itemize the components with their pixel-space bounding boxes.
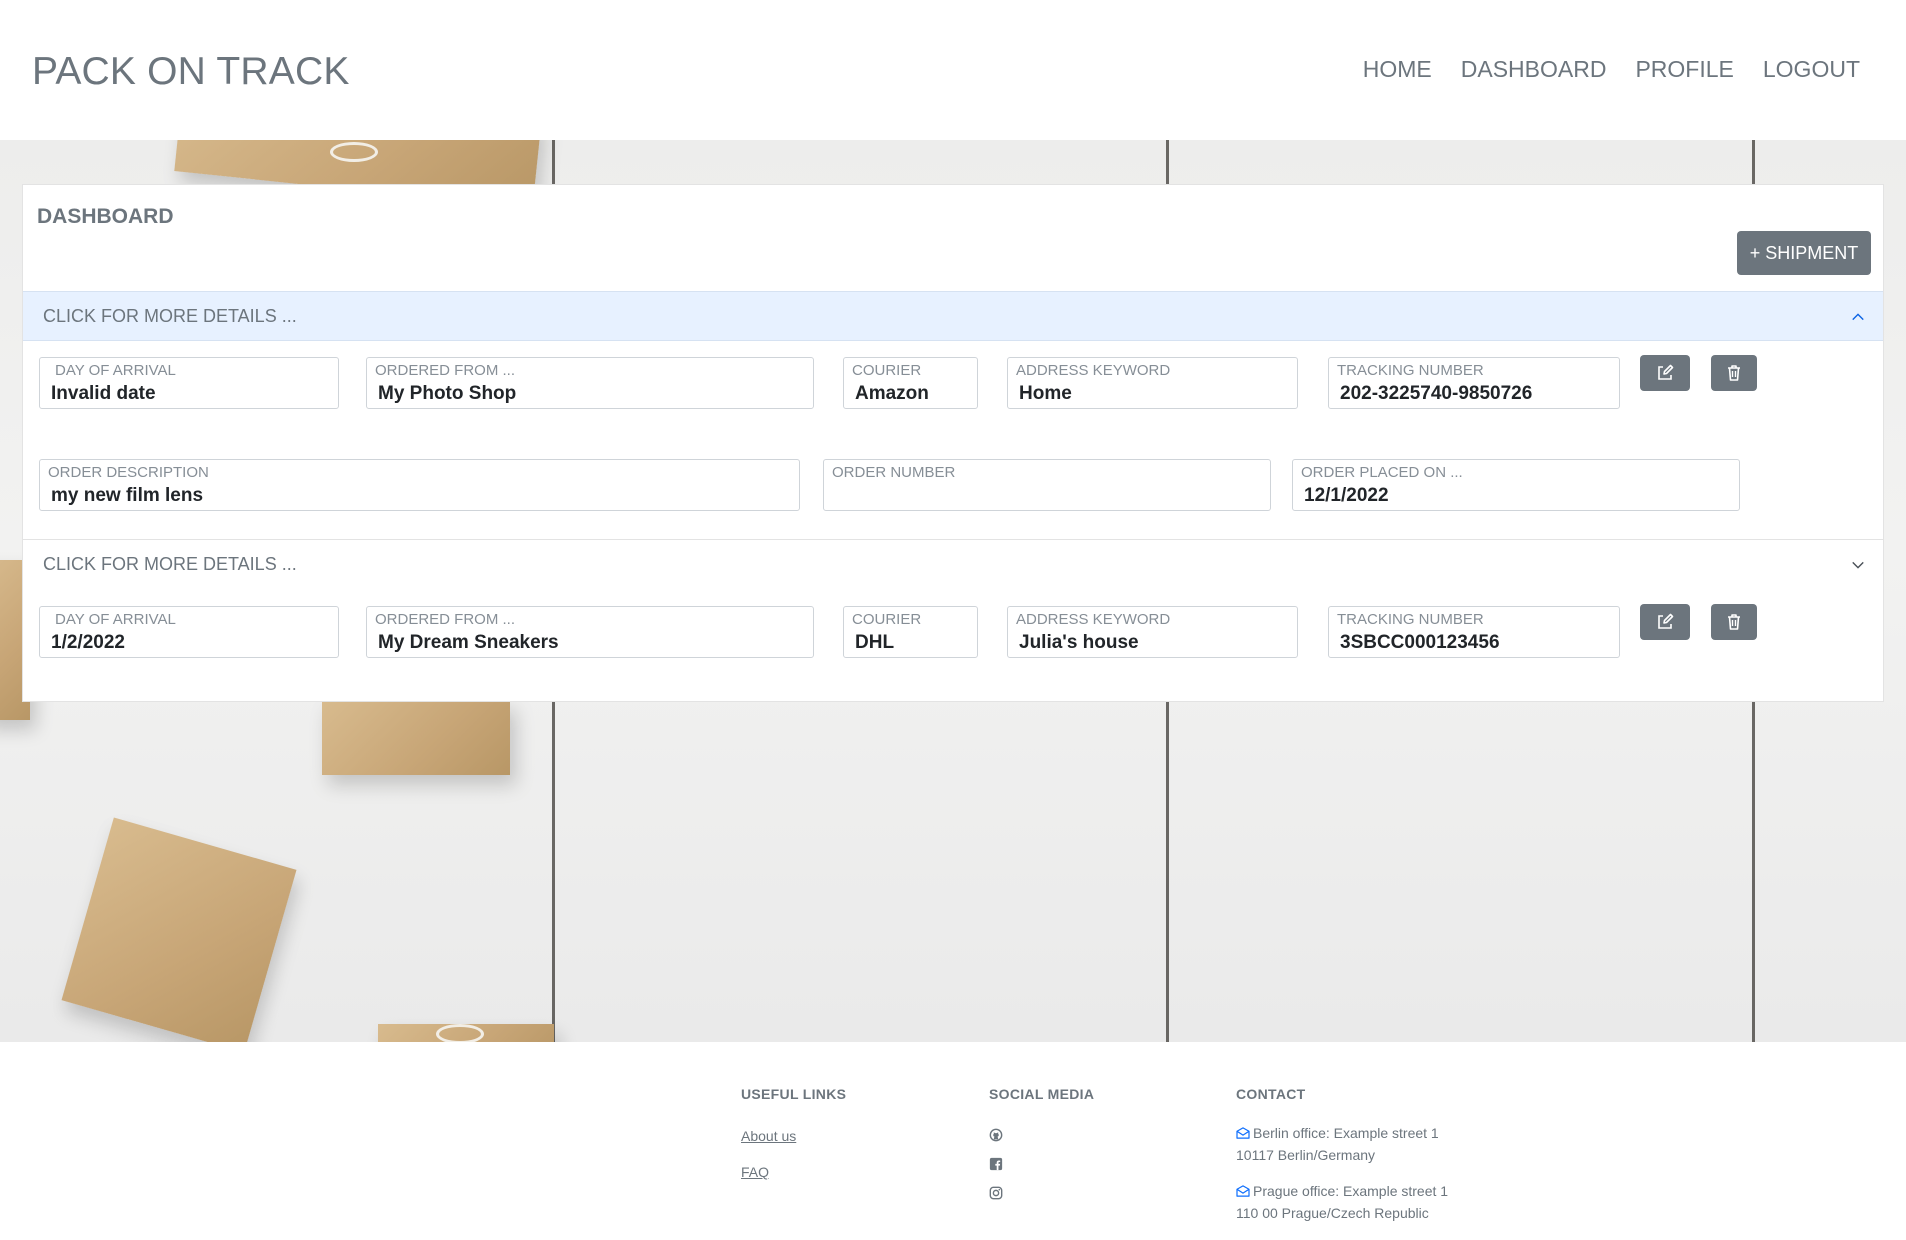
tracking-number-field[interactable]: TRACKING NUMBER 3SBCC000123456 bbox=[1328, 606, 1620, 658]
main-nav: HOME DASHBOARD PROFILE LOGOUT bbox=[1363, 56, 1860, 83]
trash-icon bbox=[1728, 365, 1740, 381]
field-label: ADDRESS KEYWORD bbox=[1016, 611, 1171, 628]
nav-profile[interactable]: PROFILE bbox=[1635, 56, 1733, 83]
package-box bbox=[61, 817, 297, 1042]
delete-shipment-button[interactable] bbox=[1711, 604, 1757, 640]
page-title: DASHBOARD bbox=[37, 205, 174, 228]
order-description-field[interactable]: ORDER DESCRIPTION my new film lens bbox=[39, 459, 800, 511]
footer-heading: CONTACT bbox=[1236, 1086, 1306, 1102]
footer: USEFUL LINKS About us FAQ SOCIAL MEDIA C… bbox=[0, 1042, 1906, 1240]
field-label: DAY OF ARRIVAL bbox=[55, 611, 176, 628]
ordered-from-field[interactable]: ORDERED FROM ... My Dream Sneakers bbox=[366, 606, 814, 658]
field-label: DAY OF ARRIVAL bbox=[55, 362, 176, 379]
field-value: 3SBCC000123456 bbox=[1340, 632, 1500, 653]
instagram-icon[interactable] bbox=[989, 1186, 1003, 1200]
footer-heading: USEFUL LINKS bbox=[741, 1086, 847, 1102]
day-of-arrival-field[interactable]: DAY OF ARRIVAL 1/2/2022 bbox=[39, 606, 339, 658]
field-value: Julia's house bbox=[1019, 632, 1139, 653]
field-value: Invalid date bbox=[51, 383, 156, 404]
address-keyword-field[interactable]: ADDRESS KEYWORD Julia's house bbox=[1007, 606, 1298, 658]
field-label: ORDER DESCRIPTION bbox=[48, 464, 209, 481]
field-value: Home bbox=[1019, 383, 1072, 404]
field-value: 202-3225740-9850726 bbox=[1340, 383, 1533, 404]
field-label: ORDER PLACED ON ... bbox=[1301, 464, 1463, 481]
field-value: 1/2/2022 bbox=[51, 632, 125, 653]
field-value: my new film lens bbox=[51, 485, 204, 506]
address-line: Berlin office: Example street 1 bbox=[1253, 1125, 1439, 1141]
address-line: 10117 Berlin/Germany bbox=[1236, 1147, 1376, 1163]
package-box bbox=[322, 700, 510, 775]
order-placed-on-field[interactable]: ORDER PLACED ON ... 12/1/2022 bbox=[1292, 459, 1740, 511]
edit-shipment-button[interactable] bbox=[1640, 355, 1690, 391]
top-navbar: PACK ON TRACK HOME DASHBOARD PROFILE LOG… bbox=[0, 0, 1906, 140]
field-value: My Photo Shop bbox=[378, 383, 517, 404]
github-icon[interactable] bbox=[989, 1128, 1003, 1142]
chevron-up-icon bbox=[1852, 313, 1864, 321]
edit-shipment-button[interactable] bbox=[1640, 604, 1690, 640]
address-line: Prague office: Example street 1 bbox=[1253, 1183, 1449, 1199]
field-value: Amazon bbox=[855, 383, 929, 404]
social-media-section: SOCIAL MEDIA bbox=[989, 1086, 1094, 1200]
accordion-header-label: CLICK FOR MORE DETAILS ... bbox=[43, 305, 297, 326]
field-label: ORDERED FROM ... bbox=[375, 362, 516, 379]
package-twine bbox=[436, 1024, 484, 1042]
edit-icon bbox=[1658, 613, 1674, 629]
address-line: 110 00 Prague/Czech Republic bbox=[1236, 1205, 1429, 1221]
tracking-number-field[interactable]: TRACKING NUMBER 202-3225740-9850726 bbox=[1328, 357, 1620, 409]
dashboard-card: DASHBOARD + SHIPMENT CLICK FOR MORE DETA… bbox=[22, 184, 1884, 702]
field-label: COURIER bbox=[852, 362, 922, 379]
field-label: ORDER NUMBER bbox=[832, 464, 956, 481]
order-number-field[interactable]: ORDER NUMBER bbox=[823, 459, 1271, 511]
envelope-icon bbox=[1236, 1127, 1250, 1139]
footer-heading: SOCIAL MEDIA bbox=[989, 1086, 1095, 1102]
courier-field[interactable]: COURIER DHL bbox=[843, 606, 978, 658]
field-value: DHL bbox=[855, 632, 895, 653]
contact-address: Prague office: Example street 1 110 00 P… bbox=[1236, 1180, 1448, 1224]
field-label: COURIER bbox=[852, 611, 922, 628]
trash-icon bbox=[1728, 614, 1740, 630]
package-twine bbox=[330, 142, 378, 162]
add-shipment-button[interactable]: + SHIPMENT bbox=[1737, 231, 1871, 275]
about-us-link[interactable]: About us bbox=[741, 1128, 846, 1144]
chevron-down-icon bbox=[1852, 561, 1864, 569]
faq-link[interactable]: FAQ bbox=[741, 1164, 846, 1180]
field-value: My Dream Sneakers bbox=[378, 632, 559, 653]
field-label: ORDERED FROM ... bbox=[375, 611, 516, 628]
field-value: 12/1/2022 bbox=[1304, 485, 1389, 506]
field-label: ADDRESS KEYWORD bbox=[1016, 362, 1171, 379]
nav-home[interactable]: HOME bbox=[1363, 56, 1432, 83]
brand-logo[interactable]: PACK ON TRACK bbox=[32, 50, 350, 94]
field-label: TRACKING NUMBER bbox=[1337, 611, 1484, 628]
nav-dashboard[interactable]: DASHBOARD bbox=[1461, 56, 1607, 83]
shipment-accordion-header[interactable]: CLICK FOR MORE DETAILS ... bbox=[23, 291, 1883, 341]
envelope-icon bbox=[1236, 1185, 1250, 1197]
ordered-from-field[interactable]: ORDERED FROM ... My Photo Shop bbox=[366, 357, 814, 409]
courier-field[interactable]: COURIER Amazon bbox=[843, 357, 978, 409]
shipment-accordion-header[interactable]: CLICK FOR MORE DETAILS ... bbox=[23, 539, 1883, 589]
field-label: TRACKING NUMBER bbox=[1337, 362, 1484, 379]
accordion-header-label: CLICK FOR MORE DETAILS ... bbox=[43, 554, 297, 574]
facebook-icon[interactable] bbox=[989, 1157, 1003, 1171]
day-of-arrival-field[interactable]: DAY OF ARRIVAL Invalid date bbox=[39, 357, 339, 409]
address-keyword-field[interactable]: ADDRESS KEYWORD Home bbox=[1007, 357, 1298, 409]
edit-icon bbox=[1658, 364, 1674, 380]
contact-section: CONTACT Berlin office: Example street 1 … bbox=[1236, 1086, 1448, 1224]
delete-shipment-button[interactable] bbox=[1711, 355, 1757, 391]
useful-links-section: USEFUL LINKS About us FAQ bbox=[741, 1086, 846, 1180]
nav-logout[interactable]: LOGOUT bbox=[1763, 56, 1860, 83]
contact-address: Berlin office: Example street 1 10117 Be… bbox=[1236, 1122, 1448, 1166]
